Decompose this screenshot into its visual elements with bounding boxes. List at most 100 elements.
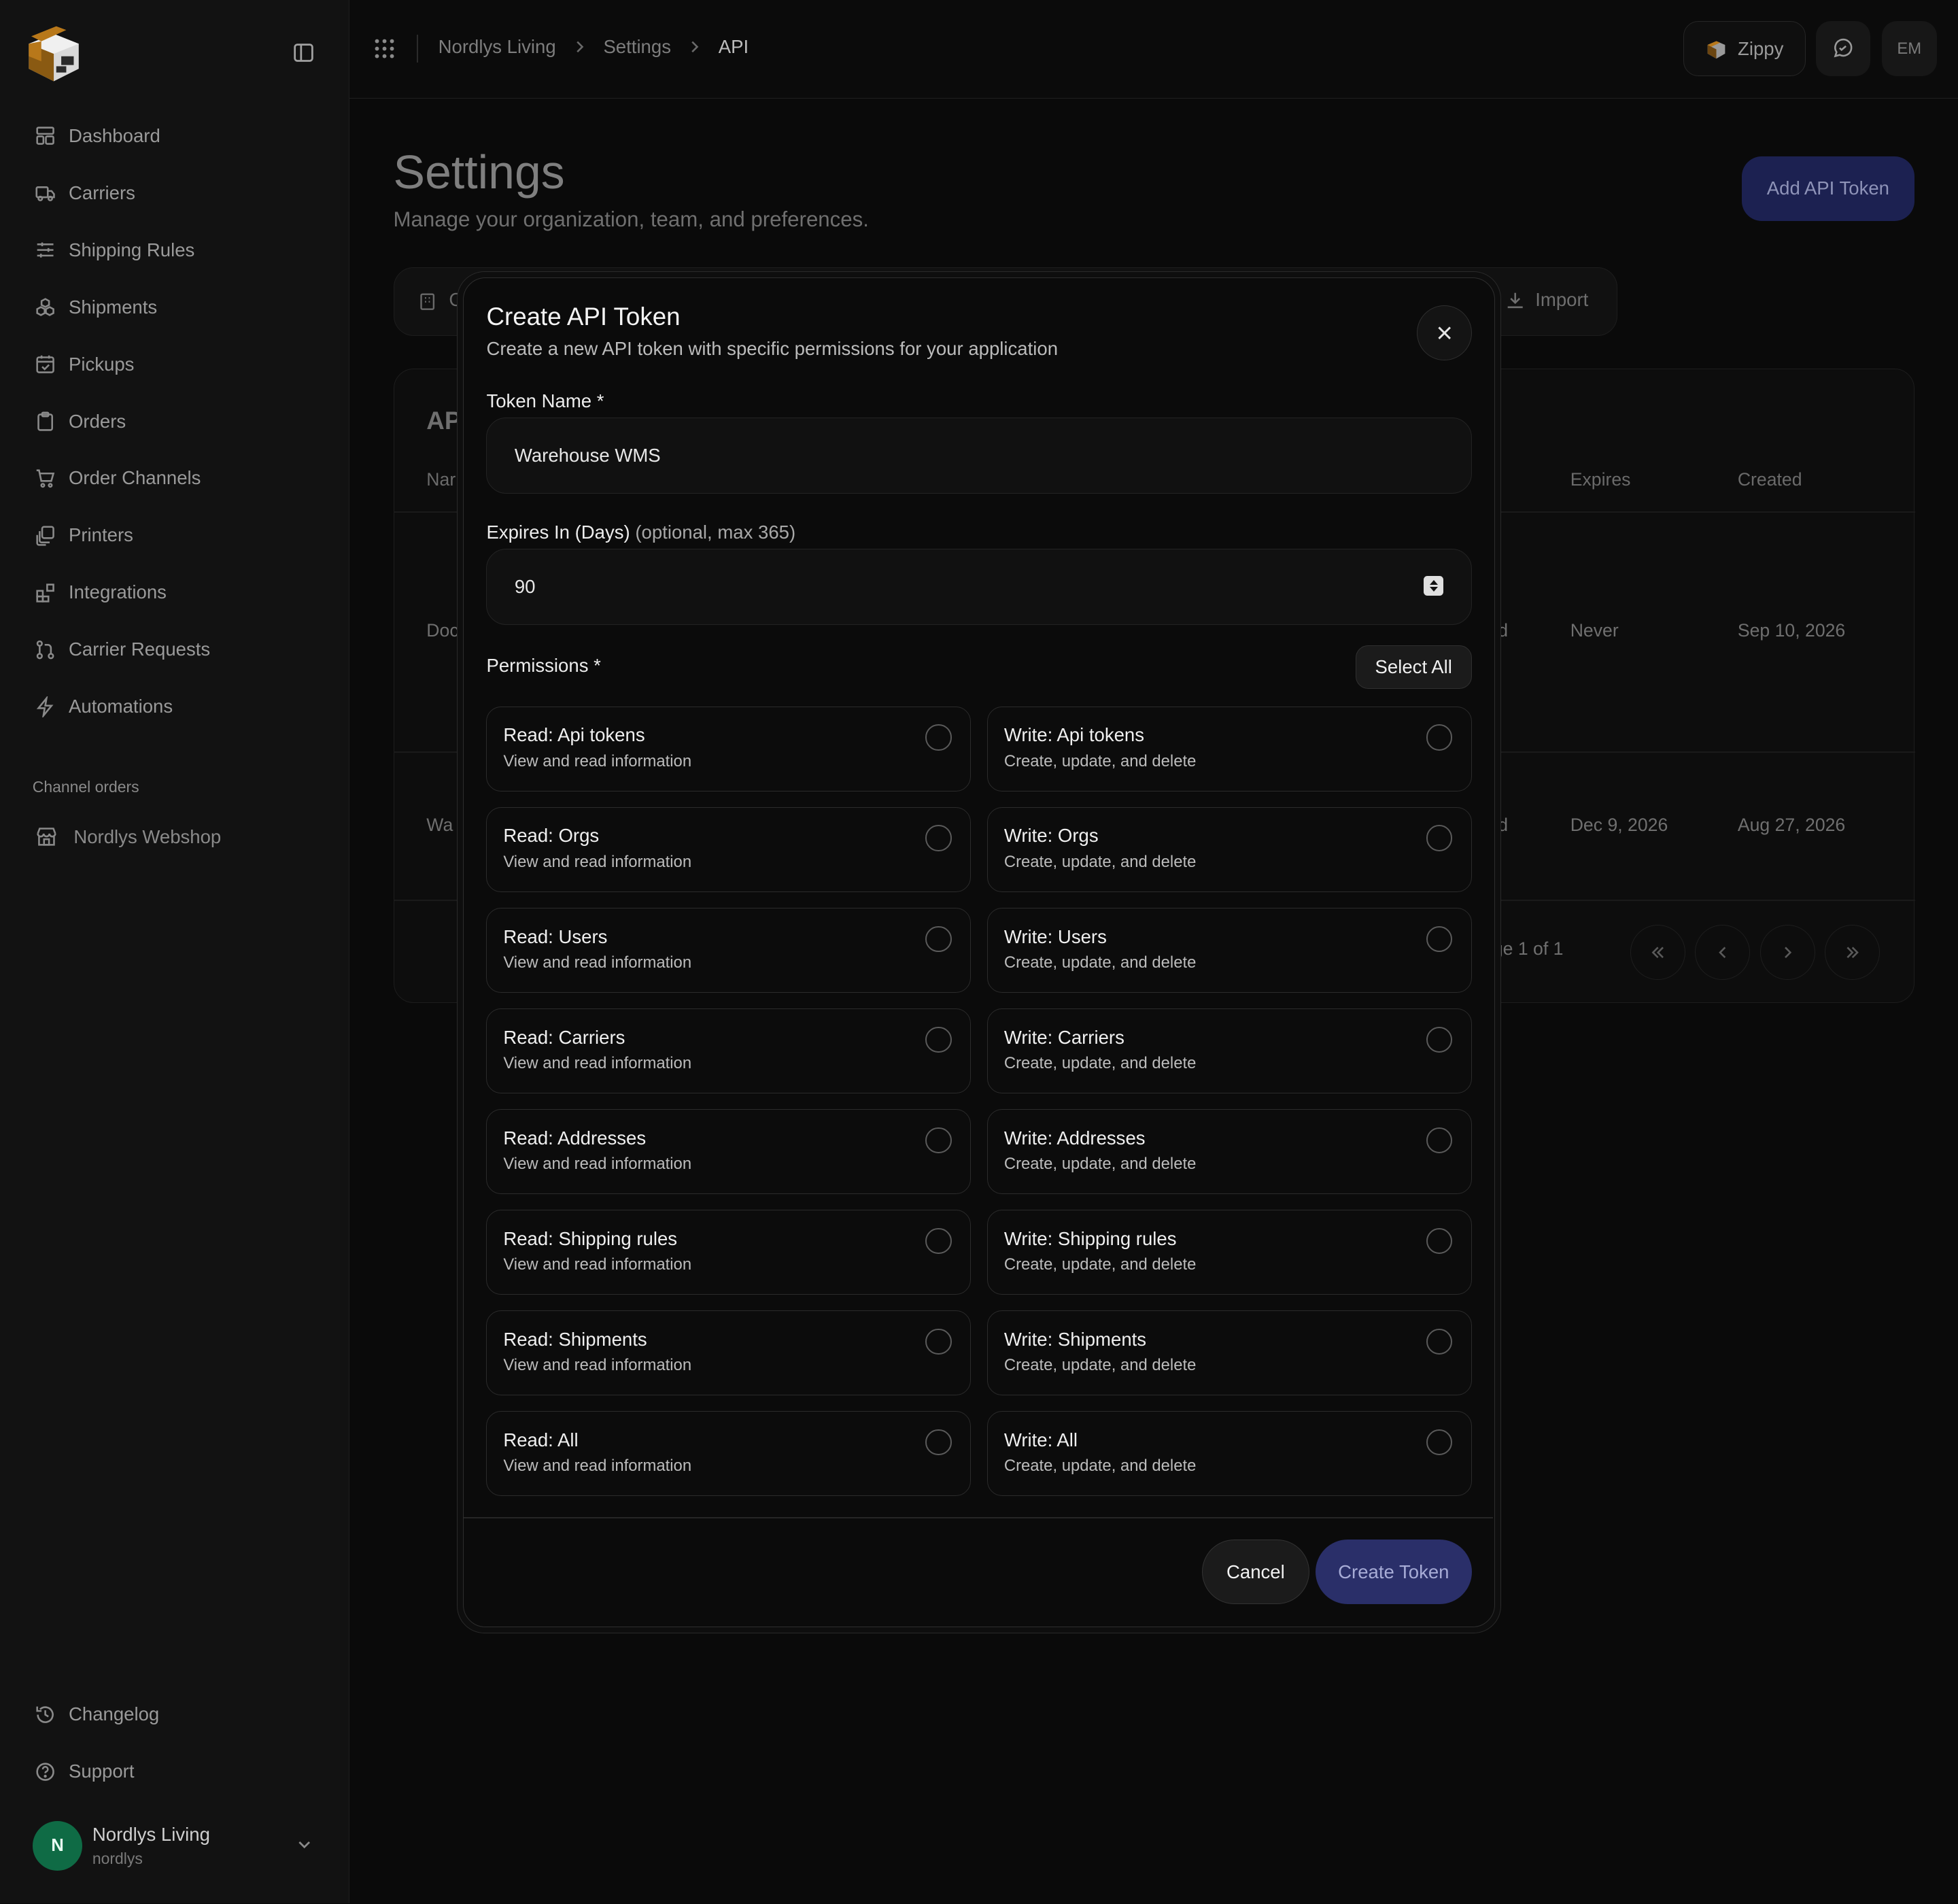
org-switcher[interactable]: N Nordlys Living nordlys — [32, 1818, 320, 1873]
sidebar-item-printers[interactable]: Printers — [0, 507, 349, 564]
create-api-token-dialog: Create API Token Create a new API token … — [463, 277, 1495, 1628]
permission-checkbox[interactable] — [1426, 724, 1453, 751]
chat-button[interactable] — [1815, 21, 1871, 77]
sidebar-item-label: Printers — [69, 524, 133, 546]
permission-read-shipping-rules[interactable]: Read: Shipping rules View and read infor… — [486, 1209, 972, 1295]
permission-title: Write: Shipments — [1003, 1328, 1147, 1350]
permission-write-all[interactable]: Write: All Create, update, and delete — [986, 1410, 1472, 1496]
breadcrumb-org[interactable]: Nordlys Living — [439, 36, 556, 58]
permission-read-addresses[interactable]: Read: Addresses View and read informatio… — [486, 1108, 972, 1194]
cancel-button[interactable]: Cancel — [1201, 1539, 1309, 1605]
sidebar-item-order-channels[interactable]: Order Channels — [0, 449, 349, 507]
app-logo-icon[interactable] — [24, 24, 84, 84]
permission-checkbox[interactable] — [1426, 1429, 1453, 1456]
permissions-label: Permissions * — [486, 655, 601, 677]
token-name-input[interactable]: Warehouse WMS — [486, 418, 1472, 494]
permission-title: Read: Carriers — [503, 1026, 625, 1048]
number-stepper-icon[interactable] — [1423, 575, 1444, 596]
truck-icon — [35, 186, 56, 202]
permission-title: Read: Orgs — [503, 825, 600, 847]
permission-checkbox[interactable] — [1426, 925, 1453, 953]
history-icon — [36, 1706, 54, 1723]
permission-checkbox[interactable] — [925, 1127, 952, 1154]
first-page-button[interactable] — [1630, 925, 1685, 980]
import-button[interactable]: Import — [1505, 289, 1588, 311]
last-page-button[interactable] — [1825, 925, 1880, 980]
permission-write-shipping-rules[interactable]: Write: Shipping rules Create, update, an… — [986, 1209, 1472, 1295]
permission-title: Read: Users — [503, 925, 608, 947]
sidebar-item-channel-webshop[interactable]: Nordlys Webshop — [35, 821, 221, 853]
permission-checkbox[interactable] — [1426, 1026, 1453, 1053]
permission-write-shipments[interactable]: Write: Shipments Create, update, and del… — [986, 1310, 1472, 1395]
add-api-token-button[interactable]: Add API Token — [1742, 156, 1914, 222]
permission-checkbox[interactable] — [1426, 1328, 1453, 1355]
printer-icon — [36, 526, 55, 546]
permission-read-api-tokens[interactable]: Read: Api tokens View and read informati… — [486, 706, 972, 792]
permission-write-addresses[interactable]: Write: Addresses Create, update, and del… — [986, 1108, 1472, 1194]
sidebar-item-label: Support — [69, 1761, 135, 1782]
permission-write-carriers[interactable]: Write: Carriers Create, update, and dele… — [986, 1008, 1472, 1093]
permission-read-shipments[interactable]: Read: Shipments View and read informatio… — [486, 1310, 972, 1395]
permission-checkbox[interactable] — [925, 724, 952, 751]
permission-write-users[interactable]: Write: Users Create, update, and delete — [986, 907, 1472, 993]
help-circle-icon — [36, 1763, 55, 1781]
sidebar-item-orders[interactable]: Orders — [0, 393, 349, 450]
select-all-button[interactable]: Select All — [1355, 645, 1472, 689]
sidebar-item-shipping-rules[interactable]: Shipping Rules — [0, 222, 349, 279]
permission-checkbox[interactable] — [925, 825, 952, 852]
page-title: Settings — [393, 146, 565, 199]
sidebar-toggle-icon[interactable] — [292, 41, 315, 64]
permission-read-carriers[interactable]: Read: Carriers View and read information — [486, 1008, 972, 1093]
sidebar-item-pickups[interactable]: Pickups — [0, 336, 349, 393]
sidebar-item-carriers[interactable]: Carriers — [0, 165, 349, 222]
breadcrumb-api: API — [718, 36, 749, 58]
permission-checkbox[interactable] — [925, 1026, 952, 1053]
permission-read-users[interactable]: Read: Users View and read information — [486, 907, 972, 993]
permission-checkbox[interactable] — [925, 1227, 952, 1255]
permission-desc: View and read information — [503, 852, 692, 871]
permission-checkbox[interactable] — [925, 1328, 952, 1355]
permission-read-orgs[interactable]: Read: Orgs View and read information — [486, 806, 972, 892]
topbar-divider — [417, 35, 419, 63]
sidebar-bottom-nav: Changelog Support — [0, 1686, 349, 1801]
permission-write-orgs[interactable]: Write: Orgs Create, update, and delete — [986, 806, 1472, 892]
col-header-expires: Expires — [1570, 469, 1631, 490]
close-button[interactable] — [1416, 305, 1472, 360]
sidebar-item-changelog[interactable]: Changelog — [0, 1686, 349, 1744]
sidebar-item-carrier-requests[interactable]: Carrier Requests — [0, 621, 349, 678]
sidebar-item-automations[interactable]: Automations — [0, 678, 349, 735]
permission-desc: Create, update, and delete — [1003, 1154, 1197, 1173]
sidebar-item-integrations[interactable]: Integrations — [0, 564, 349, 621]
page-info: ge 1 of 1 — [1492, 938, 1564, 959]
permission-checkbox[interactable] — [1426, 1227, 1453, 1255]
chevrons-left-icon — [1651, 947, 1664, 958]
apps-grid-icon[interactable] — [373, 37, 396, 60]
sidebar-item-support[interactable]: Support — [0, 1743, 349, 1800]
prev-page-button[interactable] — [1695, 925, 1751, 980]
close-icon — [1437, 326, 1451, 339]
permission-checkbox[interactable] — [925, 925, 952, 953]
permission-write-api-tokens[interactable]: Write: Api tokens Create, update, and de… — [986, 706, 1472, 792]
channel-orders-label: Channel orders — [32, 778, 139, 796]
breadcrumb-settings[interactable]: Settings — [603, 36, 671, 58]
sidebar-item-dashboard[interactable]: Dashboard — [0, 107, 349, 165]
import-label: Import — [1535, 289, 1589, 311]
permission-checkbox[interactable] — [1426, 1127, 1453, 1154]
permission-checkbox[interactable] — [925, 1429, 952, 1456]
next-page-button[interactable] — [1759, 925, 1815, 980]
dashboard-icon — [36, 126, 55, 146]
permission-title: Write: Orgs — [1003, 825, 1099, 847]
permission-checkbox[interactable] — [1426, 825, 1453, 852]
expires-days-input[interactable]: 90 — [486, 549, 1472, 626]
expires-label: Expires In (Days) (optional, max 365) — [486, 522, 795, 543]
sidebar-item-label: Shipments — [69, 296, 158, 318]
user-avatar[interactable]: EM — [1881, 21, 1937, 77]
permission-desc: View and read information — [503, 1053, 692, 1072]
page-subtitle: Manage your organization, team, and pref… — [393, 207, 869, 231]
create-token-button[interactable]: Create Token — [1316, 1539, 1472, 1605]
permission-read-all[interactable]: Read: All View and read information — [486, 1410, 972, 1496]
zippy-button[interactable]: Zippy — [1683, 21, 1806, 77]
sidebar-item-shipments[interactable]: Shipments — [0, 279, 349, 336]
sidebar: Dashboard Carriers Shipping Rules Shipme… — [0, 0, 350, 1904]
permission-desc: View and read information — [503, 953, 692, 972]
